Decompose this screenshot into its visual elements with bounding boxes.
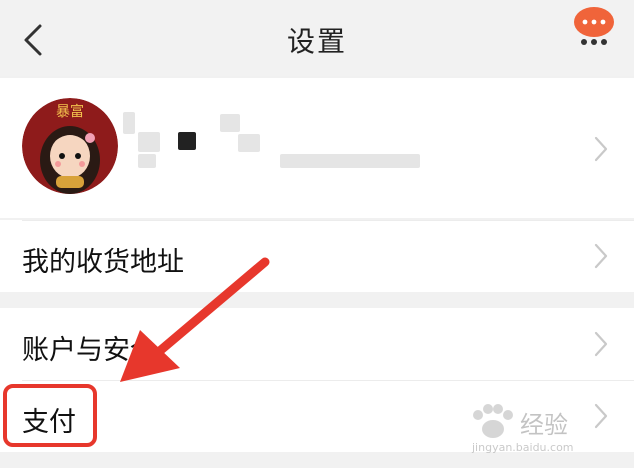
watermark: 经验 jingyan.baidu.com: [468, 403, 618, 458]
blurred-name: [238, 134, 260, 152]
blurred-name: [220, 114, 240, 132]
paw-icon: [473, 404, 513, 438]
address-row[interactable]: 我的收货地址: [0, 220, 634, 292]
chevron-right-icon: [594, 243, 608, 269]
blurred-name: [138, 132, 160, 152]
blurred-name: [123, 112, 135, 134]
blurred-id: [280, 154, 420, 168]
blurred-id: [138, 154, 156, 168]
page-title: 设置: [286, 25, 347, 58]
annotation-arrow-icon: [120, 257, 270, 382]
chevron-right-icon: [594, 331, 608, 357]
avatar-text: 暴富: [56, 103, 84, 120]
chevron-right-icon: [594, 136, 608, 162]
payment-highlight-box: [3, 384, 97, 447]
account-security-row[interactable]: 账户与安全: [0, 308, 634, 380]
more-icon[interactable]: [572, 4, 616, 48]
profile-row[interactable]: 暴富: [0, 78, 634, 218]
blurred-name: [178, 132, 196, 150]
watermark-url: jingyan.baidu.com: [472, 441, 574, 454]
row-divider: [22, 220, 634, 221]
avatar: 暴富: [22, 98, 118, 194]
watermark-text: 经验: [520, 411, 568, 439]
header-bar: 设置: [0, 0, 634, 76]
